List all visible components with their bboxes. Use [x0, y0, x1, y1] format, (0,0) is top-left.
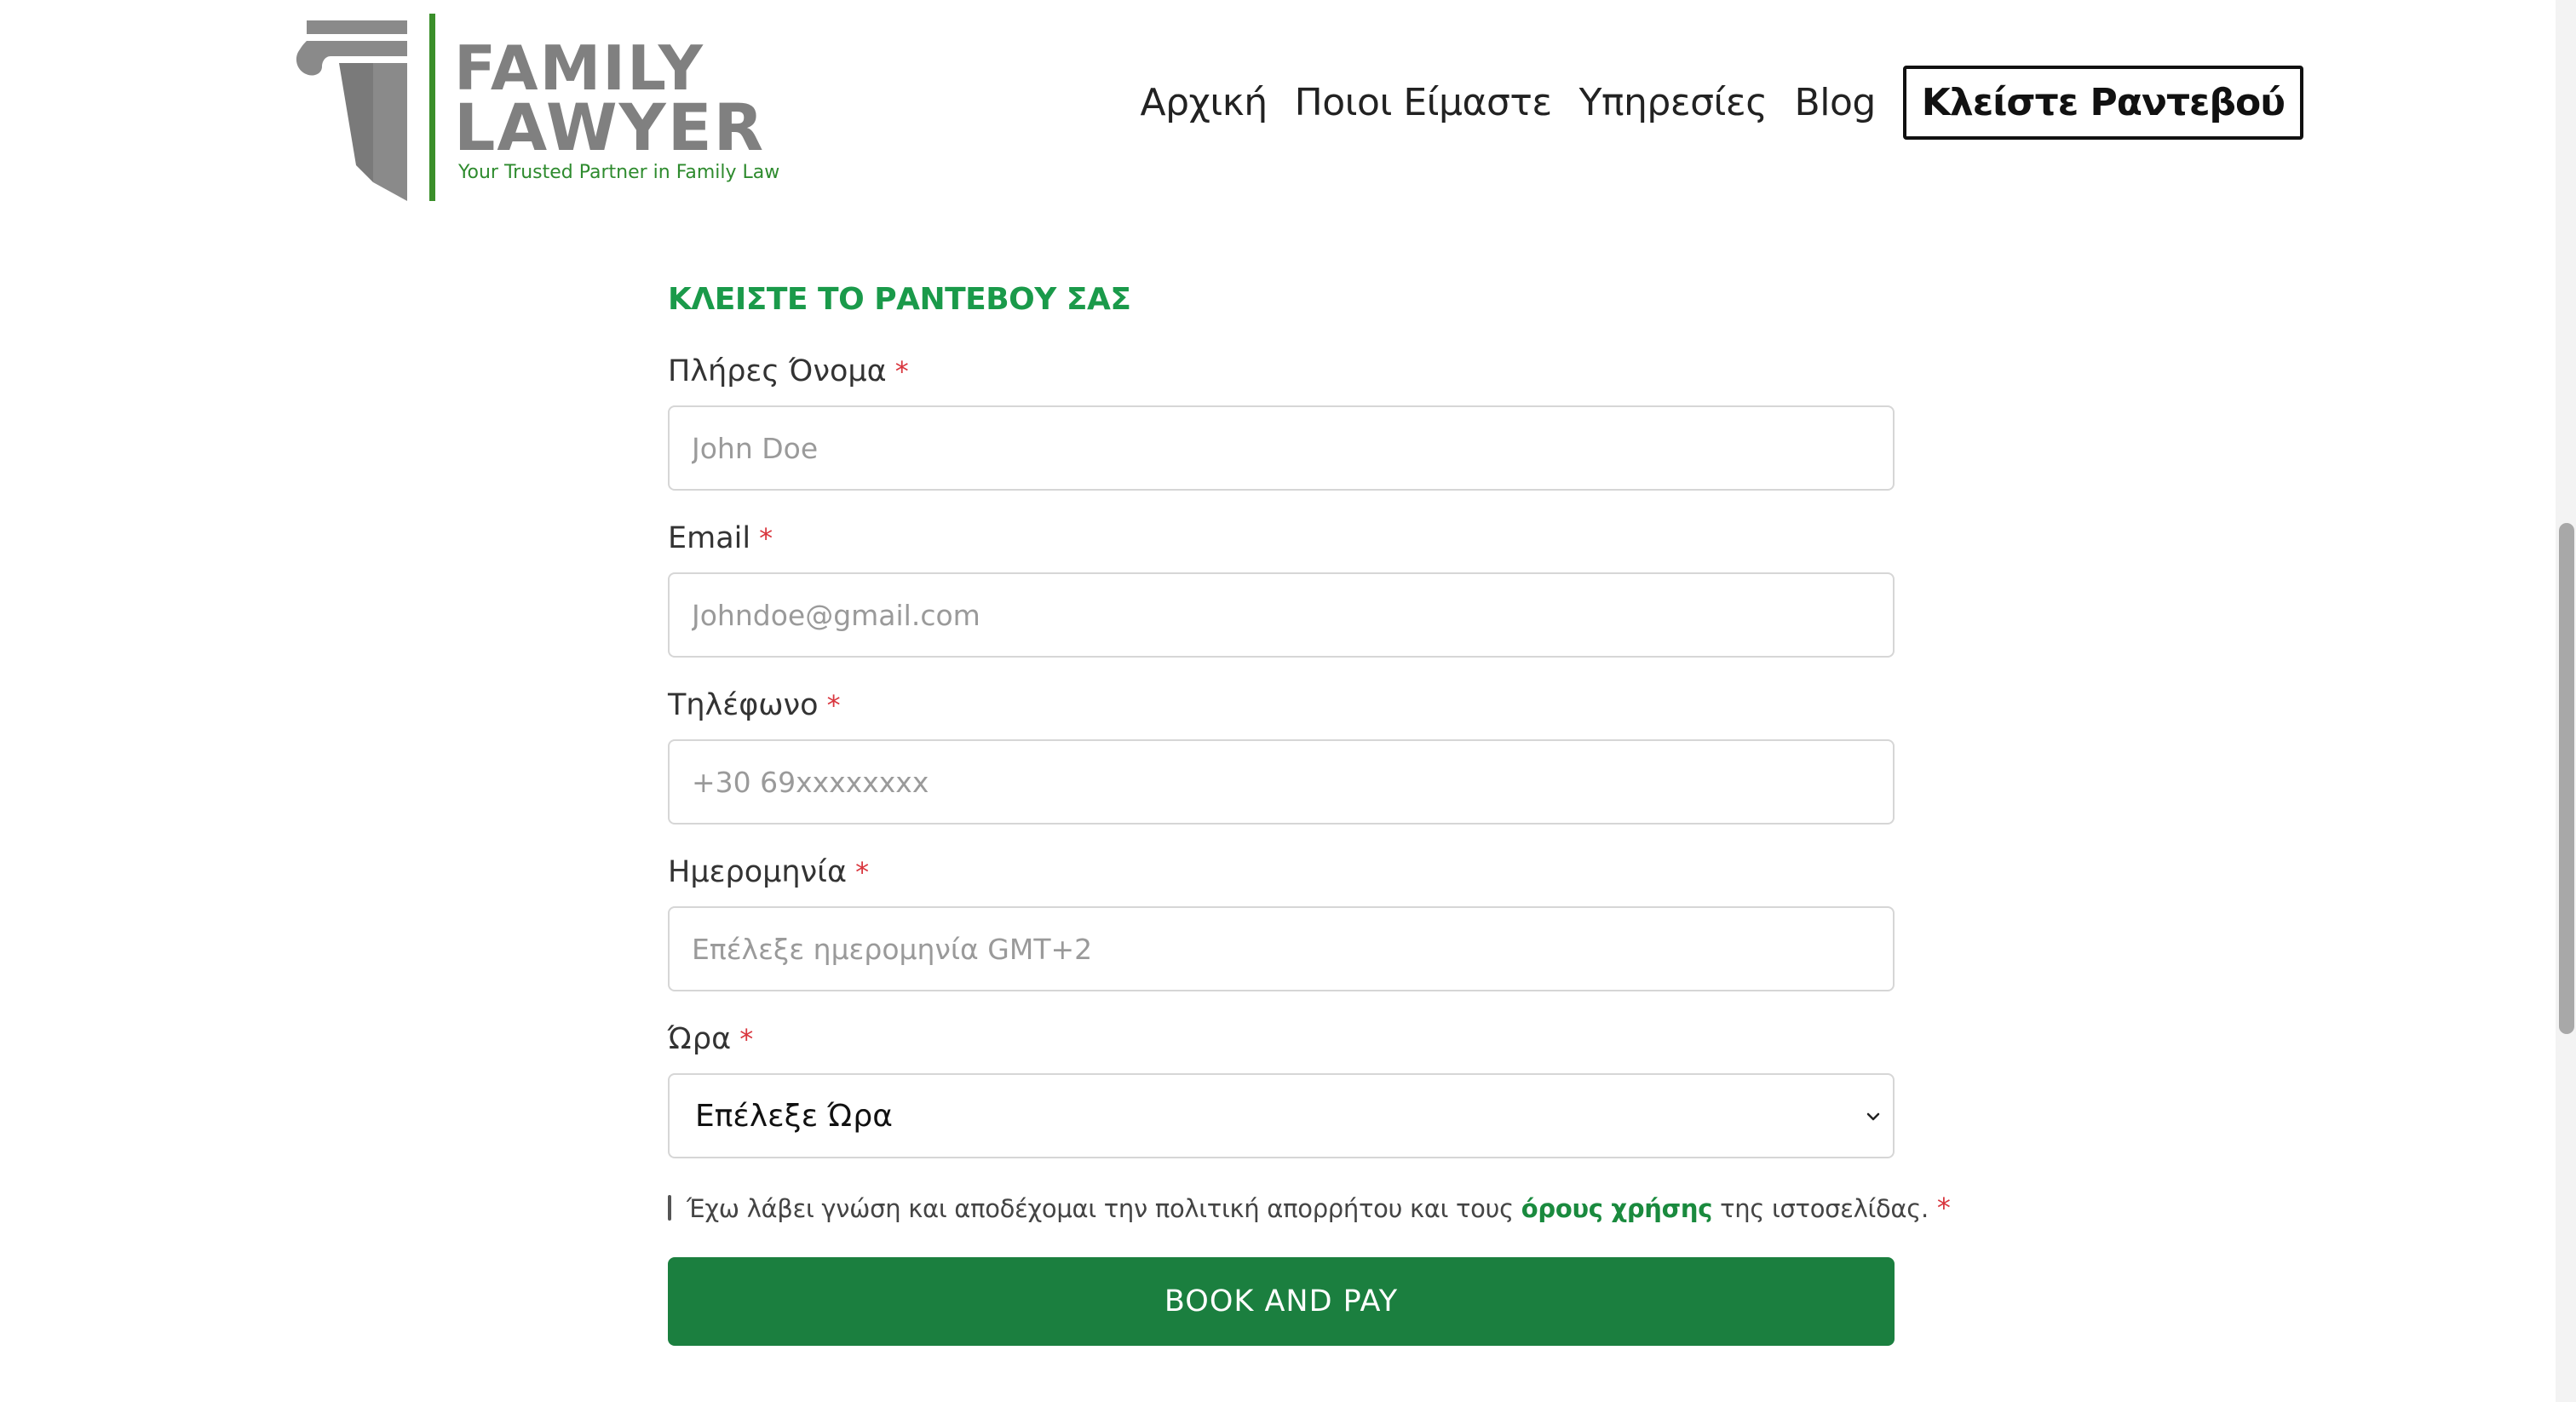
name-field-group: Πλήρες Όνομα * [668, 353, 1895, 491]
terms-link[interactable]: όρους χρήσης [1521, 1194, 1713, 1223]
site-logo[interactable]: FAMILY LAWYER Your Trusted Partner in Fa… [288, 12, 779, 201]
required-marker: * [894, 355, 909, 388]
time-label-text: Ώρα [668, 1022, 732, 1056]
date-label: Ημερομηνία * [668, 853, 1895, 891]
nav-item-home[interactable]: Αρχική [1140, 81, 1268, 124]
phone-input[interactable] [668, 739, 1895, 825]
phone-label: Τηλέφωνο * [668, 687, 1895, 724]
required-marker: * [855, 856, 870, 888]
time-label: Ώρα * [668, 1020, 1895, 1058]
logo-word-lawyer: LAWYER [454, 89, 766, 165]
time-select-wrapper: Επέλεξε Ώρα [668, 1073, 1895, 1158]
consent-checkbox[interactable] [668, 1195, 671, 1221]
logo-tagline: Your Trusted Partner in Family Law [458, 162, 780, 183]
time-select[interactable]: Επέλεξε Ώρα [668, 1073, 1895, 1158]
date-label-text: Ημερομηνία [668, 855, 848, 889]
main-nav: Αρχική Ποιοι Είμαστε Υπηρεσίες Blog Κλεί… [1140, 61, 2303, 143]
email-label-text: Email [668, 521, 751, 555]
required-marker: * [759, 522, 773, 554]
form-title: ΚΛΕΙΣΤΕ ΤΟ ΡΑΝΤΕΒΟΥ ΣΑΣ [668, 282, 1131, 317]
consent-row: Έχω λάβει γνώση και αποδέχομαι την πολιτ… [668, 1189, 1951, 1227]
booking-form: ΚΛΕΙΣΤΕ ΤΟ ΡΑΝΤΕΒΟΥ ΣΑΣ Πλήρες Όνομα * E… [668, 281, 1951, 1346]
full-name-input[interactable] [668, 405, 1895, 491]
book-and-pay-button[interactable]: BOOK AND PAY [668, 1257, 1895, 1346]
pillar-logo-icon [296, 14, 435, 201]
required-marker: * [1936, 1192, 1951, 1224]
name-label: Πλήρες Όνομα * [668, 353, 1895, 390]
time-field-group: Ώρα * Επέλεξε Ώρα [668, 1020, 1895, 1158]
phone-label-text: Τηλέφωνο [668, 688, 819, 722]
nav-item-about[interactable]: Ποιοι Είμαστε [1295, 81, 1553, 124]
scrollbar-track[interactable] [2556, 0, 2576, 1402]
phone-field-group: Τηλέφωνο * [668, 687, 1895, 825]
required-marker: * [739, 1023, 754, 1055]
book-appointment-button[interactable]: Κλείστε Ραντεβού [1902, 65, 2303, 140]
consent-text-after: της ιστοσελίδας. [1712, 1194, 1929, 1223]
site-header: FAMILY LAWYER Your Trusted Partner in Fa… [0, 0, 2576, 204]
date-field-group: Ημερομηνία * [668, 853, 1895, 991]
required-marker: * [826, 689, 841, 721]
consent-text-before: Έχω λάβει γνώση και αποδέχομαι την πολιτ… [687, 1194, 1521, 1223]
email-input[interactable] [668, 572, 1895, 658]
date-input[interactable] [668, 906, 1895, 991]
email-field-group: Email * [668, 520, 1895, 658]
consent-text: Έχω λάβει γνώση και αποδέχομαι την πολιτ… [687, 1192, 1951, 1224]
nav-item-services[interactable]: Υπηρεσίες [1579, 81, 1768, 124]
name-label-text: Πλήρες Όνομα [668, 354, 887, 388]
nav-item-blog[interactable]: Blog [1795, 81, 1877, 124]
email-label: Email * [668, 520, 1895, 557]
scrollbar-thumb[interactable] [2559, 523, 2574, 1034]
